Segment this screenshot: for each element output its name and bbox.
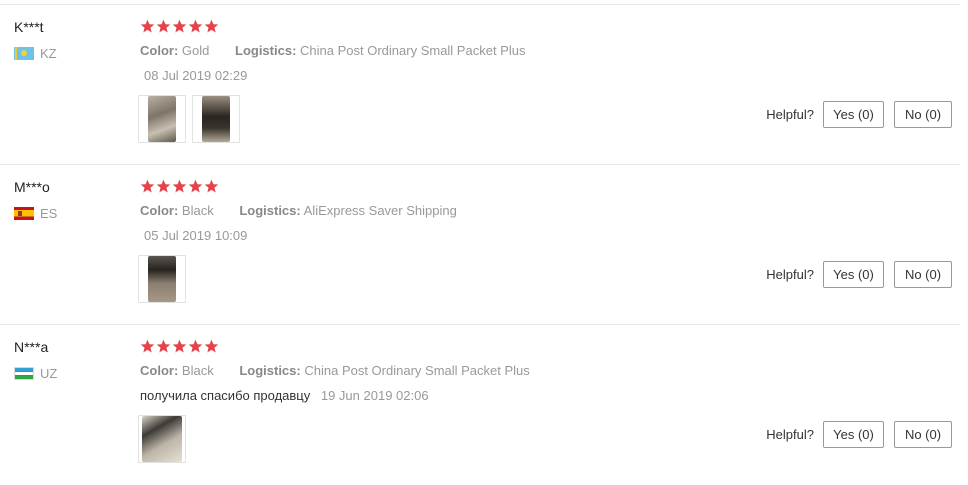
review-photos (138, 95, 240, 143)
logistics-key: Logistics: (239, 203, 301, 218)
review-text: получила спасибо продавцу (140, 388, 311, 403)
logistics-value: China Post Ordinary Small Packet Plus (304, 363, 530, 378)
star-icon (188, 19, 203, 34)
country-code: KZ (40, 45, 57, 61)
star-icon (172, 339, 187, 354)
color-key: Color: (140, 363, 179, 378)
review-content: Color: Black Logistics: AliExpress Saver… (140, 179, 740, 246)
review-attributes: Color: Black Logistics: AliExpress Saver… (140, 203, 740, 221)
reviewer-country: UZ (14, 365, 124, 381)
star-icon (140, 19, 155, 34)
helpful-yes-button[interactable]: Yes (0) (823, 261, 884, 288)
spain-flag-icon (14, 206, 34, 220)
helpful-no-button[interactable]: No (0) (894, 421, 952, 448)
logistics-value: China Post Ordinary Small Packet Plus (300, 43, 526, 58)
star-icon (140, 339, 155, 354)
reviewer-name: N***a (14, 339, 49, 355)
reviewer-country: ES (14, 205, 124, 221)
helpful-vote: Helpful? Yes (0) No (0) (766, 421, 952, 448)
color-value: Black (181, 363, 214, 378)
helpful-vote: Helpful? Yes (0) No (0) (766, 261, 952, 288)
helpful-yes-button[interactable]: Yes (0) (823, 421, 884, 448)
reviewer-info: M***o ES (14, 179, 124, 221)
review-photo-thumbnail[interactable] (138, 95, 186, 143)
color-value: Black (181, 203, 214, 218)
helpful-vote: Helpful? Yes (0) No (0) (766, 101, 952, 128)
review-item: K***t KZ Color: Gold Logistics: China Po… (0, 4, 960, 165)
star-rating (140, 179, 740, 197)
review-item: M***o ES Color: Black Logistics: AliExpr… (0, 164, 960, 325)
color-value: Gold (181, 43, 210, 58)
reviewer-name: M***o (14, 179, 50, 195)
star-icon (172, 19, 187, 34)
review-attributes: Color: Gold Logistics: China Post Ordina… (140, 43, 740, 61)
kazakhstan-flag-icon (14, 46, 34, 60)
helpful-no-button[interactable]: No (0) (894, 261, 952, 288)
star-icon (140, 179, 155, 194)
review-photos (138, 255, 186, 303)
reviewer-info: N***a UZ (14, 339, 124, 381)
helpful-yes-button[interactable]: Yes (0) (823, 101, 884, 128)
star-rating (140, 19, 740, 37)
logistics-value: AliExpress Saver Shipping (303, 203, 457, 218)
review-content: Color: Gold Logistics: China Post Ordina… (140, 19, 740, 86)
logistics-key: Logistics: (239, 363, 301, 378)
logistics-key: Logistics: (235, 43, 297, 58)
country-code: ES (40, 205, 58, 221)
star-icon (156, 339, 171, 354)
reviewer-info: K***t KZ (14, 19, 124, 61)
star-icon (204, 339, 219, 354)
review-photo-thumbnail[interactable] (138, 415, 186, 463)
review-date-line: 08 Jul 2019 02:29 (140, 68, 740, 86)
helpful-label: Helpful? (766, 427, 814, 442)
helpful-no-button[interactable]: No (0) (894, 101, 952, 128)
review-content: Color: Black Logistics: China Post Ordin… (140, 339, 740, 406)
star-icon (204, 179, 219, 194)
review-date: 05 Jul 2019 10:09 (144, 228, 248, 243)
uzbekistan-flag-icon (14, 366, 34, 380)
helpful-label: Helpful? (766, 267, 814, 282)
star-rating (140, 339, 740, 357)
reviewer-name: K***t (14, 19, 44, 35)
review-date-line: получила спасибо продавцу 19 Jun 2019 02… (140, 388, 740, 406)
color-key: Color: (140, 43, 179, 58)
color-key: Color: (140, 203, 179, 218)
country-code: UZ (40, 365, 58, 381)
reviewer-country: KZ (14, 45, 124, 61)
star-icon (172, 179, 187, 194)
star-icon (156, 179, 171, 194)
review-photo-thumbnail[interactable] (138, 255, 186, 303)
review-photos (138, 415, 186, 463)
review-date: 19 Jun 2019 02:06 (320, 388, 429, 403)
review-date-line: 05 Jul 2019 10:09 (140, 228, 740, 246)
review-date: 08 Jul 2019 02:29 (144, 68, 248, 83)
star-icon (188, 339, 203, 354)
star-icon (204, 19, 219, 34)
star-icon (156, 19, 171, 34)
helpful-label: Helpful? (766, 107, 814, 122)
review-item: N***a UZ Color: Black Logistics: China P… (0, 324, 960, 485)
star-icon (188, 179, 203, 194)
review-photo-thumbnail[interactable] (192, 95, 240, 143)
review-attributes: Color: Black Logistics: China Post Ordin… (140, 363, 740, 381)
